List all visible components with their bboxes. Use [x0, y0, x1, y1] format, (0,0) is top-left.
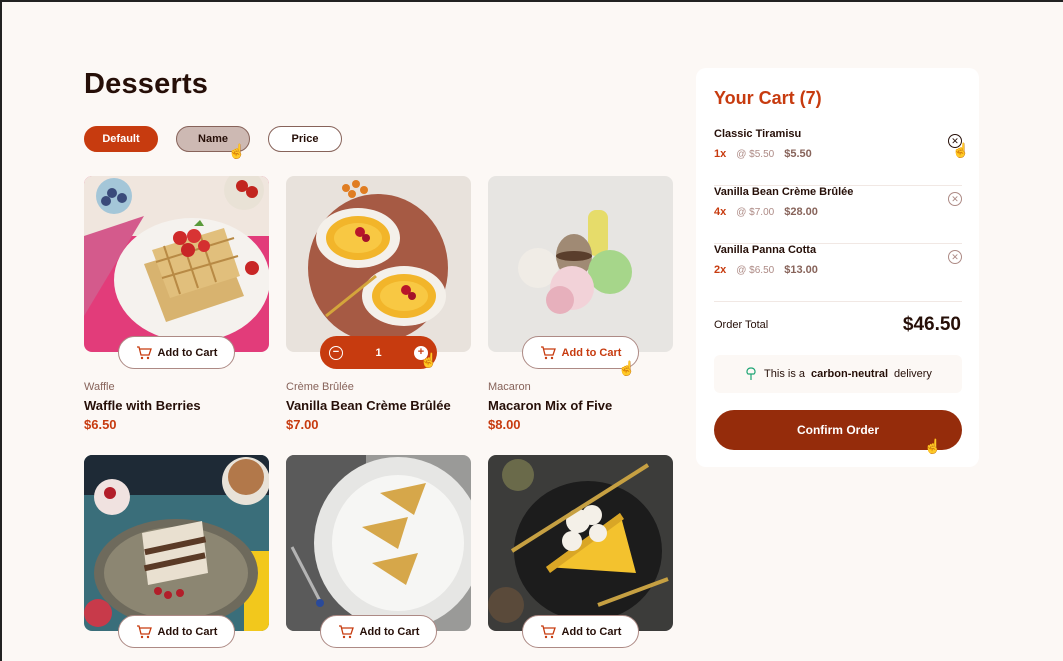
- product-name: Macaron Mix of Five: [488, 398, 613, 413]
- cart-item-total: $5.50: [784, 148, 812, 160]
- product-category: Waffle: [84, 381, 115, 393]
- cart-item-unit-price: @ $6.50: [736, 265, 775, 276]
- cart-item-details: 2x @ $6.50 $13.00: [714, 264, 818, 276]
- hand-cursor-icon: ☝: [952, 142, 970, 158]
- product-card-macaron: Add to Cart ☝ Macaron Macaron Mix of Fiv…: [488, 176, 673, 432]
- carbon-text-prefix: This is a: [764, 368, 806, 380]
- creme-brulee-image: [286, 176, 471, 352]
- remove-item-icon[interactable]: ✕: [948, 250, 962, 264]
- add-to-cart-button[interactable]: Add to Cart: [118, 336, 235, 369]
- add-to-cart-label: Add to Cart: [561, 625, 622, 638]
- cart-item-total: $28.00: [784, 206, 818, 218]
- cart-item-name: Vanilla Bean Crème Brûlée: [714, 186, 854, 198]
- filter-price-button[interactable]: Price: [268, 126, 342, 152]
- add-to-cart-label: Add to Cart: [561, 346, 622, 359]
- cart-panel: Your Cart (7) Classic Tiramisu 1x @ $5.5…: [696, 68, 979, 467]
- cart-item-qty: 4x: [714, 206, 727, 218]
- product-card-waffle: Add to Cart Waffle Waffle with Berries $…: [84, 176, 269, 432]
- decrement-icon[interactable]: −: [329, 345, 343, 360]
- add-to-cart-icon: [136, 624, 152, 638]
- cart-item-details: 1x @ $5.50 $5.50: [714, 148, 812, 160]
- add-to-cart-label: Add to Cart: [157, 625, 218, 638]
- cart-item-details: 4x @ $7.00 $28.00: [714, 206, 818, 218]
- product-card-baklava: Add to Cart: [286, 455, 471, 648]
- hand-cursor-icon: ☝: [924, 438, 942, 454]
- filter-default-button[interactable]: Default: [84, 126, 158, 152]
- cart-item: Vanilla Bean Crème Brûlée 4x @ $7.00 $28…: [714, 186, 962, 244]
- add-to-cart-label: Add to Cart: [359, 625, 420, 638]
- page-title: Desserts: [84, 68, 209, 100]
- add-to-cart-button[interactable]: Add to Cart: [320, 615, 437, 648]
- product-category: Crème Brûlée: [286, 381, 354, 393]
- add-to-cart-icon: [540, 345, 556, 359]
- cart-item: Classic Tiramisu 1x @ $5.50 $5.50 ✕ ☝: [714, 128, 969, 186]
- sort-filters: Default Name Price: [84, 126, 342, 152]
- pie-image: [488, 455, 673, 631]
- product-card-creme-brulee: − 1 + ☝ Crème Brûlée Vanilla Bean Crème …: [286, 176, 471, 432]
- add-to-cart-button[interactable]: Add to Cart: [522, 615, 639, 648]
- product-category: Macaron: [488, 381, 531, 393]
- waffle-image: [84, 176, 269, 352]
- add-to-cart-icon: [338, 624, 354, 638]
- add-to-cart-button[interactable]: Add to Cart: [118, 615, 235, 648]
- order-total-label: Order Total: [714, 319, 769, 331]
- hand-cursor-icon: ☝: [618, 360, 636, 376]
- tree-icon: [746, 367, 756, 380]
- macaron-image: [488, 176, 673, 352]
- product-price: $7.00: [286, 417, 319, 432]
- cart-item-qty: 2x: [714, 264, 727, 276]
- tiramisu-image: [84, 455, 269, 631]
- product-card-tiramisu: Add to Cart: [84, 455, 269, 648]
- product-name: Vanilla Bean Crème Brûlée: [286, 398, 451, 413]
- cart-item-name: Vanilla Panna Cotta: [714, 244, 817, 256]
- cart-item-unit-price: @ $7.00: [736, 207, 775, 218]
- carbon-text-bold: carbon-neutral: [811, 368, 889, 380]
- product-price: $8.00: [488, 417, 521, 432]
- add-to-cart-label: Add to Cart: [157, 346, 218, 359]
- hand-cursor-icon: ☝: [228, 143, 246, 159]
- cart-item: Vanilla Panna Cotta 2x @ $6.50 $13.00 ✕: [714, 244, 962, 302]
- product-name: Waffle with Berries: [84, 398, 201, 413]
- carbon-text-suffix: delivery: [894, 368, 932, 380]
- quantity-value: 1: [375, 346, 382, 359]
- cart-item-qty: 1x: [714, 148, 727, 160]
- add-to-cart-icon: [136, 345, 152, 359]
- hand-cursor-icon: ☝: [420, 352, 438, 368]
- cart-item-name: Classic Tiramisu: [714, 128, 802, 140]
- cart-item-total: $13.00: [784, 264, 818, 276]
- order-total-value: $46.50: [902, 314, 961, 335]
- cart-title: Your Cart (7): [714, 88, 822, 108]
- remove-item-icon[interactable]: ✕: [948, 192, 962, 206]
- carbon-neutral-notice: This is a carbon-neutral delivery: [714, 355, 962, 393]
- product-price: $6.50: [84, 417, 117, 432]
- baklava-image: [286, 455, 471, 631]
- product-card-pie: Add to Cart: [488, 455, 673, 648]
- add-to-cart-icon: [540, 624, 556, 638]
- cart-item-unit-price: @ $5.50: [736, 149, 775, 160]
